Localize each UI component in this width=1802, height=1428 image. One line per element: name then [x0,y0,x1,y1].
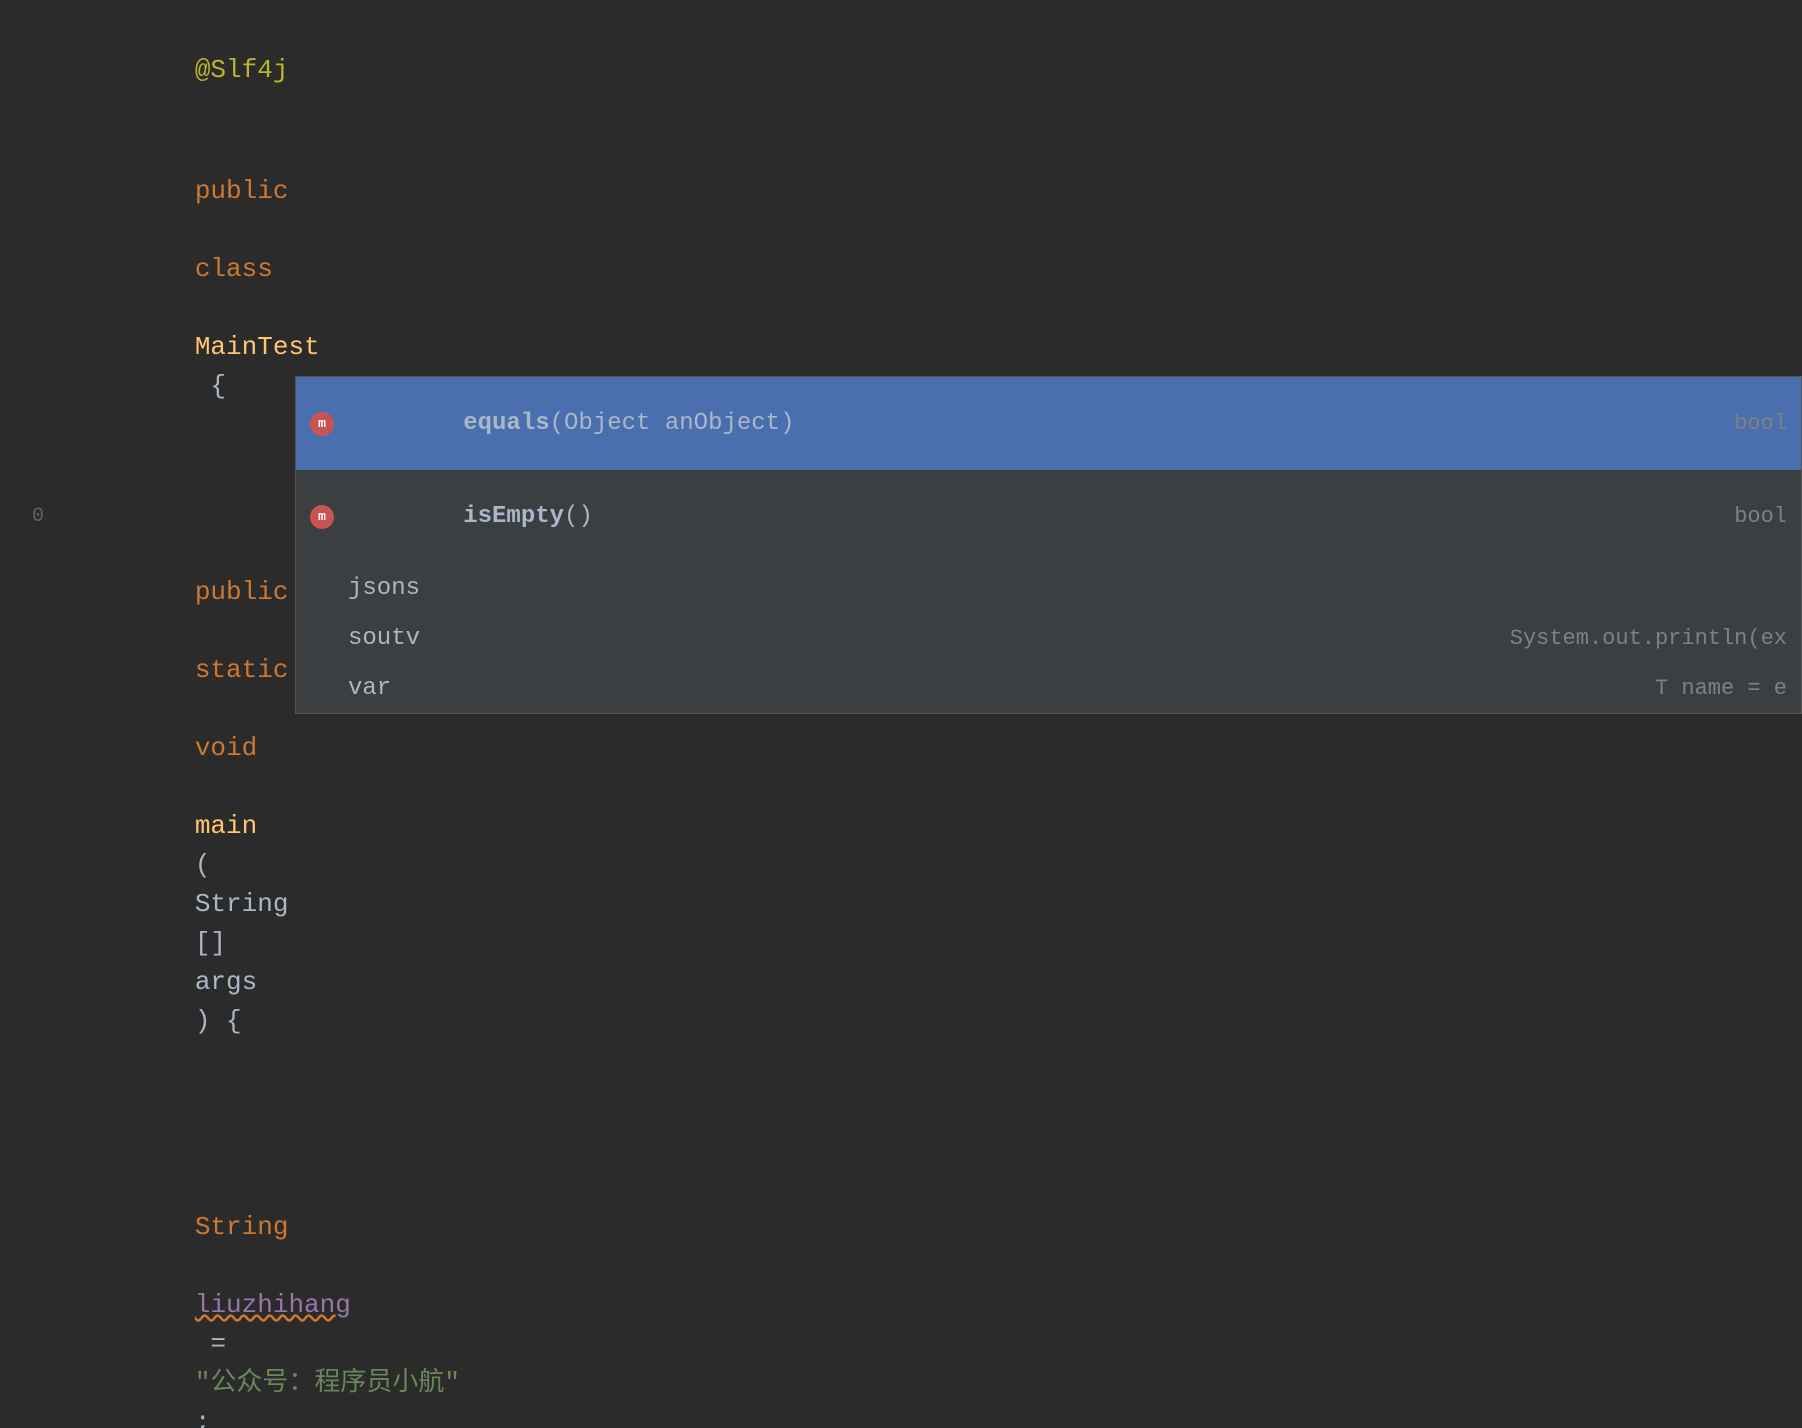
autocomplete-item-right-isempty: bool [1734,504,1787,529]
kw-class: class [195,254,273,284]
kw-string-type: String [195,1212,289,1242]
line-content-5 [60,1084,1802,1123]
autocomplete-item-name-jsons: jsons [348,575,420,602]
autocomplete-item-name-equals: equals(Object anObject) [348,383,794,464]
kw-void: void [195,733,257,763]
autocomplete-item-isempty[interactable]: m isEmpty() bool [296,470,1801,563]
kw-public2: public [195,577,289,607]
autocomplete-item-equals[interactable]: m equals(Object anObject) bool [296,377,1801,470]
string-literal-1: "公众号：程序员小航" [195,1368,460,1398]
autocomplete-item-right-var: T name = e [1655,676,1787,701]
line-number-4: 0 [0,505,60,528]
classname-maintest: MainTest [195,332,320,362]
line-content-6: String liuzhihang = "公众号：程序员小航" ; [60,1130,1802,1428]
code-editor: @Slf4j public class MainTest { 0 [0,0,1802,714]
autocomplete-item-name-isempty: isEmpty() [348,476,593,557]
code-line-5 [0,1082,1802,1128]
autocomplete-item-name-var: var [348,675,391,702]
autocomplete-item-right-soutv: System.out.println(ex [1510,626,1787,651]
kw-static: static [195,655,289,685]
method-icon-isempty: m [310,505,334,529]
autocomplete-item-var[interactable]: var T name = e [296,663,1801,713]
method-icon-equals: m [310,412,334,436]
code-line-1: @Slf4j [0,10,1802,131]
autocomplete-popup[interactable]: m equals(Object anObject) bool m isEmpty… [295,376,1802,714]
autocomplete-item-soutv[interactable]: soutv System.out.println(ex [296,613,1801,663]
autocomplete-item-right-equals: bool [1734,411,1787,436]
code-line-6: String liuzhihang = "公众号：程序员小航" ; [0,1128,1802,1428]
var-liuzhihang: liuzhihang [195,1290,351,1320]
autocomplete-item-name-soutv: soutv [348,625,420,652]
annotation-slf4j: @Slf4j [195,55,289,85]
kw-public: public [195,176,289,206]
method-main: main [195,811,257,841]
line-content-1: @Slf4j [60,12,1802,129]
code-area: @Slf4j public class MainTest { 0 [0,0,1802,1428]
autocomplete-item-jsons[interactable]: jsons [296,563,1801,613]
